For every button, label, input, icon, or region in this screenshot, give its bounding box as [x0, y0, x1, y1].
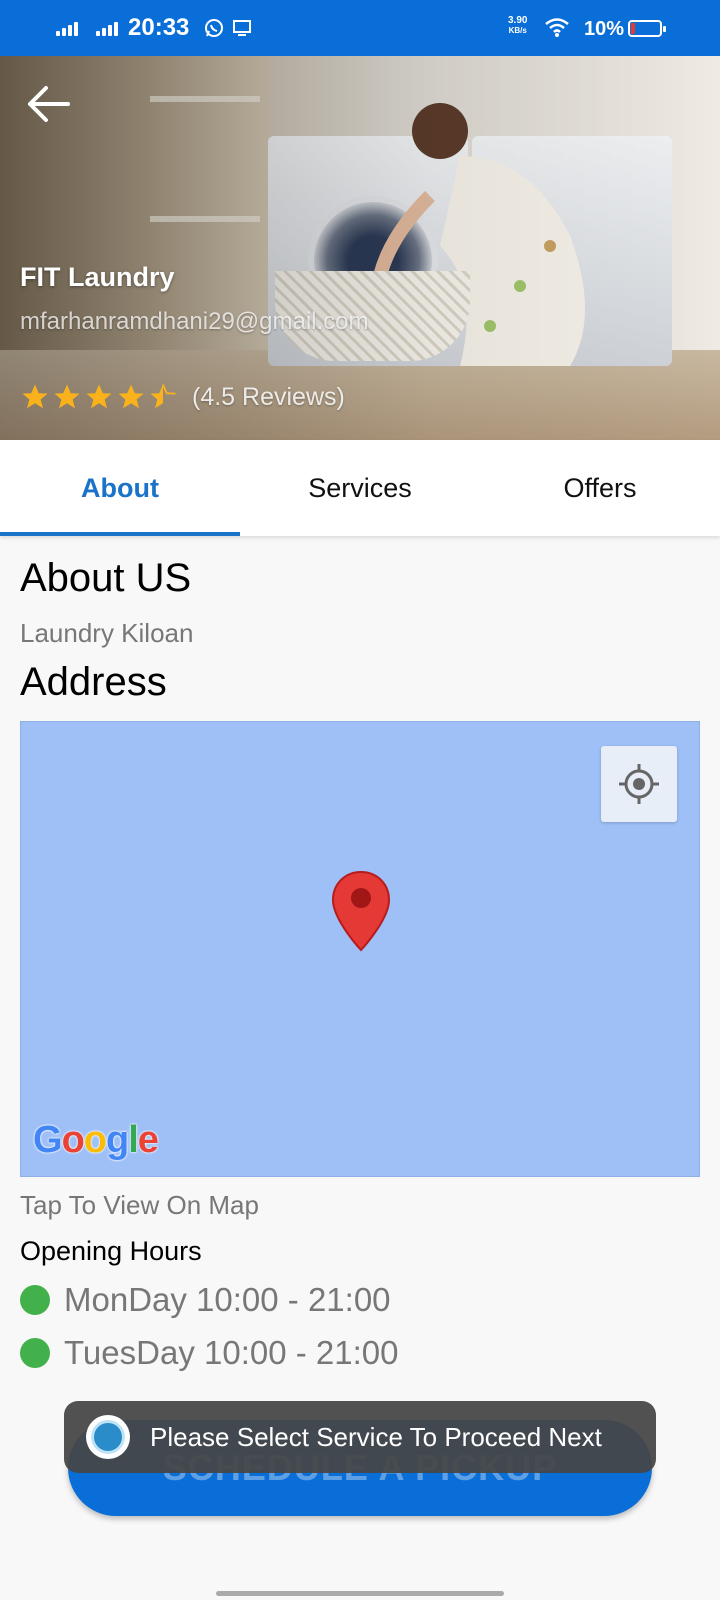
about-heading: About US — [20, 556, 192, 600]
tab-about[interactable]: About — [0, 440, 240, 536]
star-half-icon — [150, 384, 176, 409]
star-icon — [54, 384, 80, 409]
crosshair-icon — [619, 764, 659, 804]
open-status-dot — [20, 1338, 50, 1368]
star-icon — [22, 384, 48, 409]
battery-percent: 10% — [584, 18, 625, 40]
toast-notification: Please Select Service To Proceed Next — [64, 1401, 656, 1473]
open-status-dot — [20, 1285, 50, 1315]
status-bar: 20:33 3.90 KB/s 10% — [0, 0, 720, 56]
star-icon — [118, 384, 144, 409]
address-heading: Address — [20, 660, 167, 704]
signal-icon — [96, 20, 118, 36]
store-name: FIT Laundry — [20, 262, 175, 292]
google-logo: Google — [33, 1119, 159, 1161]
net-speed: 3.90 KB/s — [508, 15, 528, 36]
tap-to-view-map-link[interactable]: Tap To View On Map — [20, 1190, 259, 1221]
rating-label: (4.5 Reviews) — [192, 382, 345, 411]
app-logo-icon — [86, 1415, 130, 1459]
hours-row: TuesDay 10:00 - 21:00 — [20, 1334, 398, 1372]
signal-icon — [56, 20, 78, 36]
opening-hours-heading: Opening Hours — [20, 1236, 202, 1266]
my-location-button[interactable] — [601, 746, 677, 822]
store-rating: (4.5 Reviews) — [20, 382, 345, 412]
tab-services[interactable]: Services — [240, 440, 480, 536]
address-map[interactable]: Google — [20, 721, 700, 1177]
back-arrow-icon[interactable] — [24, 82, 72, 126]
status-time: 20:33 — [128, 14, 190, 41]
about-description: Laundry Kiloan — [20, 618, 194, 648]
whatsapp-icon — [205, 19, 223, 37]
hours-text: MonDay 10:00 - 21:00 — [64, 1281, 391, 1318]
tab-bar: About Services Offers — [0, 440, 720, 536]
battery-icon — [628, 20, 666, 37]
hours-row: MonDay 10:00 - 21:00 — [20, 1281, 391, 1319]
hours-text: TuesDay 10:00 - 21:00 — [64, 1334, 399, 1371]
toast-message: Please Select Service To Proceed Next — [150, 1421, 602, 1452]
wifi-icon — [545, 18, 569, 37]
tab-offers[interactable]: Offers — [480, 440, 720, 536]
screen-icon — [233, 20, 251, 36]
star-icon — [86, 384, 112, 409]
map-pin-icon[interactable] — [331, 870, 391, 952]
gesture-nav-handle[interactable] — [216, 1591, 504, 1596]
store-email: mfarhanramdhani29@gmail.com — [20, 308, 369, 335]
